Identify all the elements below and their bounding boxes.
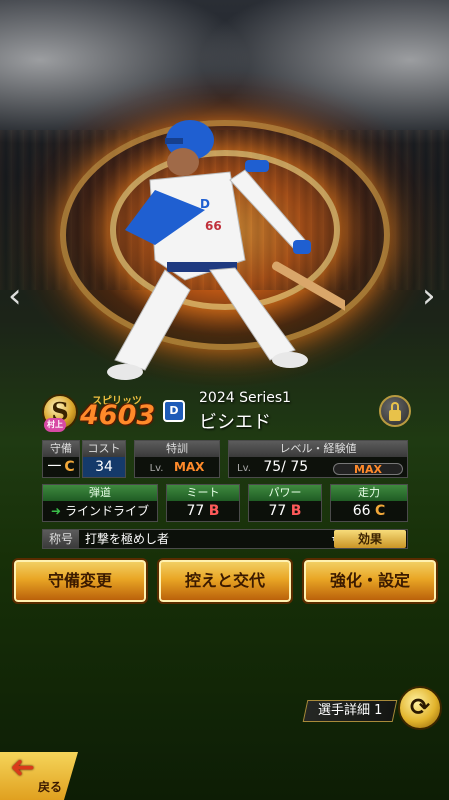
level-box: レベル・経験値 Lv. 75/ 75 MAX <box>228 440 408 478</box>
cost-label: コスト <box>83 441 125 457</box>
level-lv: Lv. <box>237 463 251 474</box>
position-value-cell: 一C <box>43 457 79 477</box>
training-max: MAX <box>173 460 205 474</box>
speed-label: 走力 <box>331 485 407 501</box>
trajectory-box: 弾道 ➜ ラインドライブ <box>42 484 158 522</box>
trajectory-arrow-icon: ➜ <box>51 504 62 518</box>
meet-grade: B <box>208 503 220 519</box>
title-label: 称号 <box>43 530 79 548</box>
prev-player-arrow[interactable]: ‹ <box>8 276 22 316</box>
player-name: ビシエド <box>199 412 271 433</box>
meet-value: 77 <box>186 503 205 519</box>
trajectory-value-cell: ➜ ラインドライブ <box>43 501 157 521</box>
rotate-icon[interactable]: ⟳ <box>398 686 442 730</box>
trajectory-value: ラインドライブ <box>64 504 149 518</box>
speed-value-cell: 66 C <box>331 501 407 521</box>
training-lv: Lv. <box>149 463 164 474</box>
position-box: 守備 一C <box>42 440 80 478</box>
enhance-settings-button[interactable]: 強化・設定 <box>302 558 438 604</box>
rank-subbadge: 村上 <box>44 418 66 432</box>
level-value: 75/ 75 <box>263 459 309 475</box>
bench-swap-button[interactable]: 控えと交代 <box>157 558 293 604</box>
meet-label: ミート <box>167 485 239 501</box>
training-box: 特訓 Lv. MAX <box>134 440 220 478</box>
player-detail-text: 選手詳細 1 <box>317 703 383 718</box>
level-max: MAX <box>354 463 382 476</box>
player-image: D 66 <box>107 120 345 380</box>
position-grade: C <box>64 459 75 475</box>
back-label: 戻る <box>38 780 63 794</box>
level-label: レベル・経験値 <box>229 441 407 457</box>
trajectory-label: 弾道 <box>43 485 157 501</box>
series-label: 2024 Series1 <box>199 390 292 406</box>
spirits-value: 4603 <box>80 400 156 431</box>
team-logo-icon: D <box>163 400 185 422</box>
speed-value: 66 <box>352 503 371 519</box>
power-grade: B <box>290 503 302 519</box>
lock-icon[interactable] <box>379 395 411 427</box>
level-value-cell: Lv. 75/ 75 MAX <box>229 457 407 477</box>
exp-bar: MAX <box>333 463 403 475</box>
power-box: パワー 77 B <box>248 484 322 522</box>
jersey-number: 66 <box>205 219 222 233</box>
power-value-cell: 77 B <box>249 501 321 521</box>
cost-box: コスト 34 <box>82 440 126 478</box>
power-value: 77 <box>268 503 287 519</box>
speed-box: 走力 66 C <box>330 484 408 522</box>
meet-box: ミート 77 B <box>166 484 240 522</box>
back-arrow-icon: ➜ <box>10 750 36 785</box>
power-label: パワー <box>249 485 321 501</box>
cost-value: 34 <box>83 457 125 477</box>
title-text: 打撃を極めし者 <box>85 532 170 546</box>
effect-button[interactable]: 効果 <box>334 530 406 548</box>
player-detail-label[interactable]: 選手詳細 1 <box>302 700 398 722</box>
position-label: 守備 <box>43 441 79 457</box>
training-label: 特訓 <box>135 441 219 457</box>
meet-value-cell: 77 B <box>167 501 239 521</box>
training-value-cell: Lv. MAX <box>135 457 219 477</box>
defense-change-button[interactable]: 守備変更 <box>12 558 148 604</box>
speed-grade: C <box>375 503 386 519</box>
next-player-arrow[interactable]: › <box>422 276 436 316</box>
position-value: 一 <box>47 459 62 475</box>
